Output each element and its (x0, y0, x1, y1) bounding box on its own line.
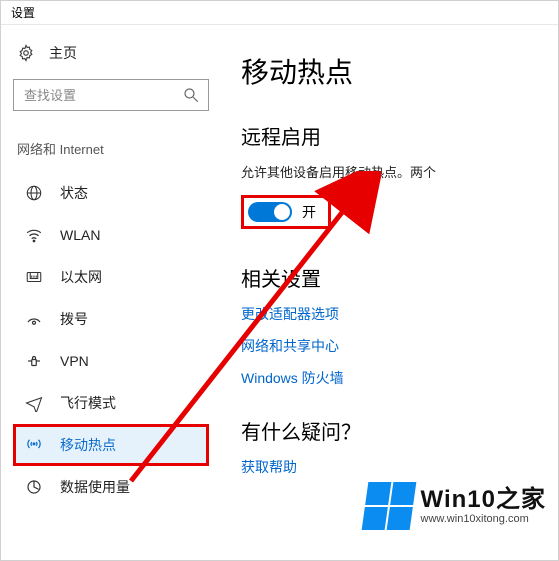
remote-heading: 远程启用 (241, 121, 558, 150)
search-icon (182, 86, 200, 104)
link-adapter-options[interactable]: 更改适配器选项 (241, 304, 558, 324)
sidebar-item-label: WLAN (60, 227, 100, 243)
page-title: 移动热点 (241, 51, 558, 91)
related-heading: 相关设置 (241, 263, 558, 292)
vpn-icon (24, 351, 44, 371)
sidebar-item-datausage[interactable]: 数据使用量 (13, 466, 209, 508)
hotspot-icon (24, 435, 44, 455)
gear-icon (17, 44, 35, 62)
remote-toggle[interactable] (248, 202, 292, 222)
nav-group-title: 网络和 Internet (13, 139, 209, 158)
sidebar-item-label: 移动热点 (60, 435, 116, 455)
globe-icon (24, 183, 44, 203)
sidebar-item-dialup[interactable]: 拨号 (13, 298, 209, 340)
sidebar-item-label: VPN (60, 353, 89, 369)
search-input[interactable] (14, 80, 208, 110)
search-container (13, 79, 209, 111)
remote-description: 允许其他设备启用移动热点。两个 (241, 162, 558, 181)
data-usage-icon (24, 477, 44, 497)
toggle-highlight-box: 开 (241, 195, 331, 229)
watermark-url: www.win10xitong.com (421, 514, 546, 525)
link-get-help[interactable]: 获取帮助 (241, 457, 558, 477)
sidebar-item-label: 飞行模式 (60, 393, 116, 413)
sidebar-item-wlan[interactable]: WLAN (13, 214, 209, 256)
sidebar-item-label: 以太网 (60, 267, 102, 287)
sidebar: 主页 网络和 Internet 状态 WLAN 以太网 (1, 25, 221, 560)
home-link[interactable]: 主页 (13, 43, 209, 63)
sidebar-item-label: 状态 (60, 183, 88, 203)
sidebar-item-airplane[interactable]: 飞行模式 (13, 382, 209, 424)
watermark-brand: Win10之家 (421, 488, 546, 512)
sidebar-item-status[interactable]: 状态 (13, 172, 209, 214)
window-title: 设置 (1, 1, 558, 25)
sidebar-item-label: 数据使用量 (60, 477, 130, 497)
home-label: 主页 (49, 43, 77, 63)
sidebar-item-ethernet[interactable]: 以太网 (13, 256, 209, 298)
sidebar-item-vpn[interactable]: VPN (13, 340, 209, 382)
remote-toggle-label: 开 (302, 202, 316, 222)
sidebar-item-label: 拨号 (60, 309, 88, 329)
help-heading: 有什么疑问？ (241, 416, 558, 445)
dialup-icon (24, 309, 44, 329)
watermark: Win10之家 www.win10xitong.com (359, 478, 552, 534)
help-links: 获取帮助 (241, 457, 558, 477)
windows-logo-icon (361, 482, 416, 530)
link-firewall[interactable]: Windows 防火墙 (241, 368, 558, 388)
airplane-icon (24, 393, 44, 413)
link-sharing-center[interactable]: 网络和共享中心 (241, 336, 558, 356)
sidebar-item-hotspot[interactable]: 移动热点 (13, 424, 209, 466)
ethernet-icon (24, 267, 44, 287)
related-links: 更改适配器选项 网络和共享中心 Windows 防火墙 (241, 304, 558, 388)
wifi-icon (24, 225, 44, 245)
